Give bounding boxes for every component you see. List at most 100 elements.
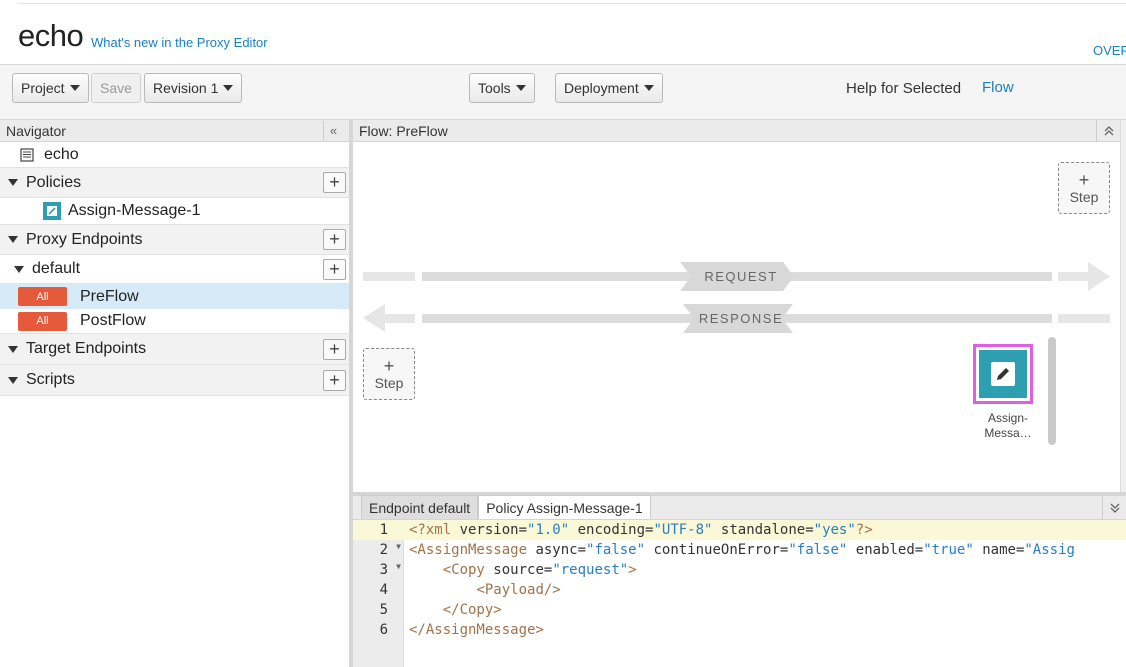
help-flow-link[interactable]: Flow xyxy=(982,79,1014,96)
navigator-header: Navigator « xyxy=(0,120,349,142)
code-editor: Endpoint default Policy Assign-Message-1… xyxy=(353,495,1126,667)
whats-new-link[interactable]: What's new in the Proxy Editor xyxy=(91,35,268,50)
code-line[interactable]: 6 </AssignMessage> xyxy=(353,620,1126,640)
deployment-label: Deployment xyxy=(564,80,639,96)
code-text: </Copy> xyxy=(442,602,502,618)
nav-item-policy[interactable]: Assign-Message-1 xyxy=(0,198,349,225)
code-line[interactable]: 5 </Copy> xyxy=(353,600,1126,620)
help-label: Help for Selected xyxy=(846,80,962,97)
code-line[interactable]: 1 <?xml version="1.0" encoding="UTF-8" st… xyxy=(353,520,1126,540)
navigator-title: Navigator xyxy=(6,122,66,139)
step-label: Step xyxy=(1069,189,1099,205)
preflow-all-badge: All xyxy=(18,287,67,306)
nav-section-target-endpoints-label: Target Endpoints xyxy=(26,340,147,357)
page-title: echo xyxy=(18,18,84,53)
nav-item-policy-label: Assign-Message-1 xyxy=(68,202,201,219)
nav-item-preflow[interactable]: All PreFlow xyxy=(0,284,349,309)
collapse-editor-button[interactable] xyxy=(1102,496,1126,520)
line-number: 6 xyxy=(379,622,388,638)
line-number: 2 ▼ xyxy=(379,542,401,558)
collapse-flow-button[interactable] xyxy=(1096,119,1120,142)
tools-dropdown[interactable]: Tools xyxy=(469,73,535,103)
line-number: 4 xyxy=(379,582,388,598)
policy-caption-line2: Messa… xyxy=(984,426,1032,440)
code-text: <AssignMessage async="false" continueOnE… xyxy=(409,542,1075,558)
double-chevron-down-icon xyxy=(1110,503,1119,513)
add-script-button[interactable]: + xyxy=(323,369,346,391)
code-text: <Payload/> xyxy=(476,582,561,598)
request-label: REQUEST xyxy=(704,269,778,284)
code-line[interactable]: 3 ▼ <Copy source="request"> xyxy=(353,560,1126,580)
navigator-panel: Navigator « echo Policies + Assign-Messa… xyxy=(0,120,349,667)
code-line[interactable]: 4 <Payload/> xyxy=(353,580,1126,600)
response-arrow-head xyxy=(363,304,385,332)
document-icon xyxy=(20,147,34,162)
line-number: 3 ▼ xyxy=(379,562,401,578)
nav-item-proxy[interactable]: echo xyxy=(0,142,349,168)
page-header: echo What's new in the Proxy Editor OVER xyxy=(0,0,1126,64)
nav-item-postflow[interactable]: All PostFlow xyxy=(0,309,349,334)
caret-down-icon xyxy=(643,85,654,91)
nav-section-proxy-endpoints[interactable]: Proxy Endpoints + xyxy=(0,225,349,255)
toolbar: Project Save Revision 1 Tools Deployment… xyxy=(0,64,1126,120)
line-number: 1 xyxy=(379,522,388,538)
caret-down-icon xyxy=(515,85,526,91)
project-label: Project xyxy=(21,80,65,96)
add-target-endpoint-button[interactable]: + xyxy=(323,338,346,360)
deployment-dropdown[interactable]: Deployment xyxy=(555,73,663,103)
code-text: <?xml version="1.0" encoding="UTF-8" sta… xyxy=(409,522,873,538)
caret-down-icon xyxy=(69,85,80,91)
revision-dropdown[interactable]: Revision 1 xyxy=(144,73,243,103)
line-number: 5 xyxy=(379,602,388,618)
project-dropdown[interactable]: Project xyxy=(12,73,89,103)
response-track-right xyxy=(1058,314,1110,323)
plus-icon: + xyxy=(383,356,395,376)
request-track-right xyxy=(1058,272,1088,281)
policy-step-caption: Assign- Messa… xyxy=(968,411,1048,441)
nav-section-target-endpoints[interactable]: Target Endpoints + xyxy=(0,334,349,365)
add-policy-button[interactable]: + xyxy=(323,172,346,193)
nav-item-preflow-label: PreFlow xyxy=(80,287,139,305)
save-button[interactable]: Save xyxy=(91,73,141,103)
response-label: RESPONSE xyxy=(698,311,784,326)
flow-title: Flow: PreFlow xyxy=(359,122,448,139)
nav-section-scripts-label: Scripts xyxy=(26,371,75,388)
add-request-step-button[interactable]: + Step xyxy=(1058,162,1110,214)
tab-policy-assign-message[interactable]: Policy Assign-Message-1 xyxy=(478,495,651,519)
double-chevron-up-icon xyxy=(1104,125,1113,135)
request-arrow-head xyxy=(1088,262,1110,291)
save-label: Save xyxy=(100,80,132,96)
response-track-left xyxy=(385,314,415,323)
tools-label: Tools xyxy=(478,80,511,96)
overview-link[interactable]: OVER xyxy=(1093,43,1126,58)
nav-section-scripts[interactable]: Scripts + xyxy=(0,365,349,396)
triangle-down-icon xyxy=(8,376,18,384)
policy-caption-line1: Assign- xyxy=(987,411,1028,425)
add-proxy-endpoint-button[interactable]: + xyxy=(323,229,346,250)
nav-item-endpoint-default[interactable]: default + xyxy=(0,255,349,284)
code-text: <Copy source="request"> xyxy=(442,562,637,578)
nav-item-postflow-label: PostFlow xyxy=(80,312,146,329)
step-label: Step xyxy=(374,375,404,391)
postflow-all-badge: All xyxy=(18,311,67,331)
fold-arrow-icon[interactable]: ▼ xyxy=(396,562,401,571)
nav-section-policies[interactable]: Policies + xyxy=(0,168,349,198)
assign-message-step[interactable] xyxy=(973,344,1033,404)
flow-scrollbar[interactable] xyxy=(1048,337,1056,445)
nav-item-endpoint-default-label: default xyxy=(32,260,81,277)
code-text: </AssignMessage> xyxy=(409,622,544,638)
fold-arrow-icon[interactable]: ▼ xyxy=(396,542,401,551)
code-content[interactable]: 1 <?xml version="1.0" encoding="UTF-8" st… xyxy=(353,520,1126,640)
revision-label: Revision 1 xyxy=(153,80,219,96)
right-panel-edge xyxy=(1120,120,1126,492)
caret-down-icon xyxy=(223,85,234,91)
add-response-step-button[interactable]: + Step xyxy=(363,348,415,400)
triangle-down-icon xyxy=(8,179,18,186)
editor-tabs: Endpoint default Policy Assign-Message-1 xyxy=(353,495,1126,520)
policy-icon-bg xyxy=(979,350,1027,398)
code-line[interactable]: 2 ▼ <AssignMessage async="false" continueO… xyxy=(353,540,1126,560)
triangle-down-icon xyxy=(8,345,18,353)
tab-endpoint-default[interactable]: Endpoint default xyxy=(361,495,479,519)
collapse-navigator-button[interactable]: « xyxy=(323,120,343,141)
add-flow-button[interactable]: + xyxy=(323,258,346,280)
